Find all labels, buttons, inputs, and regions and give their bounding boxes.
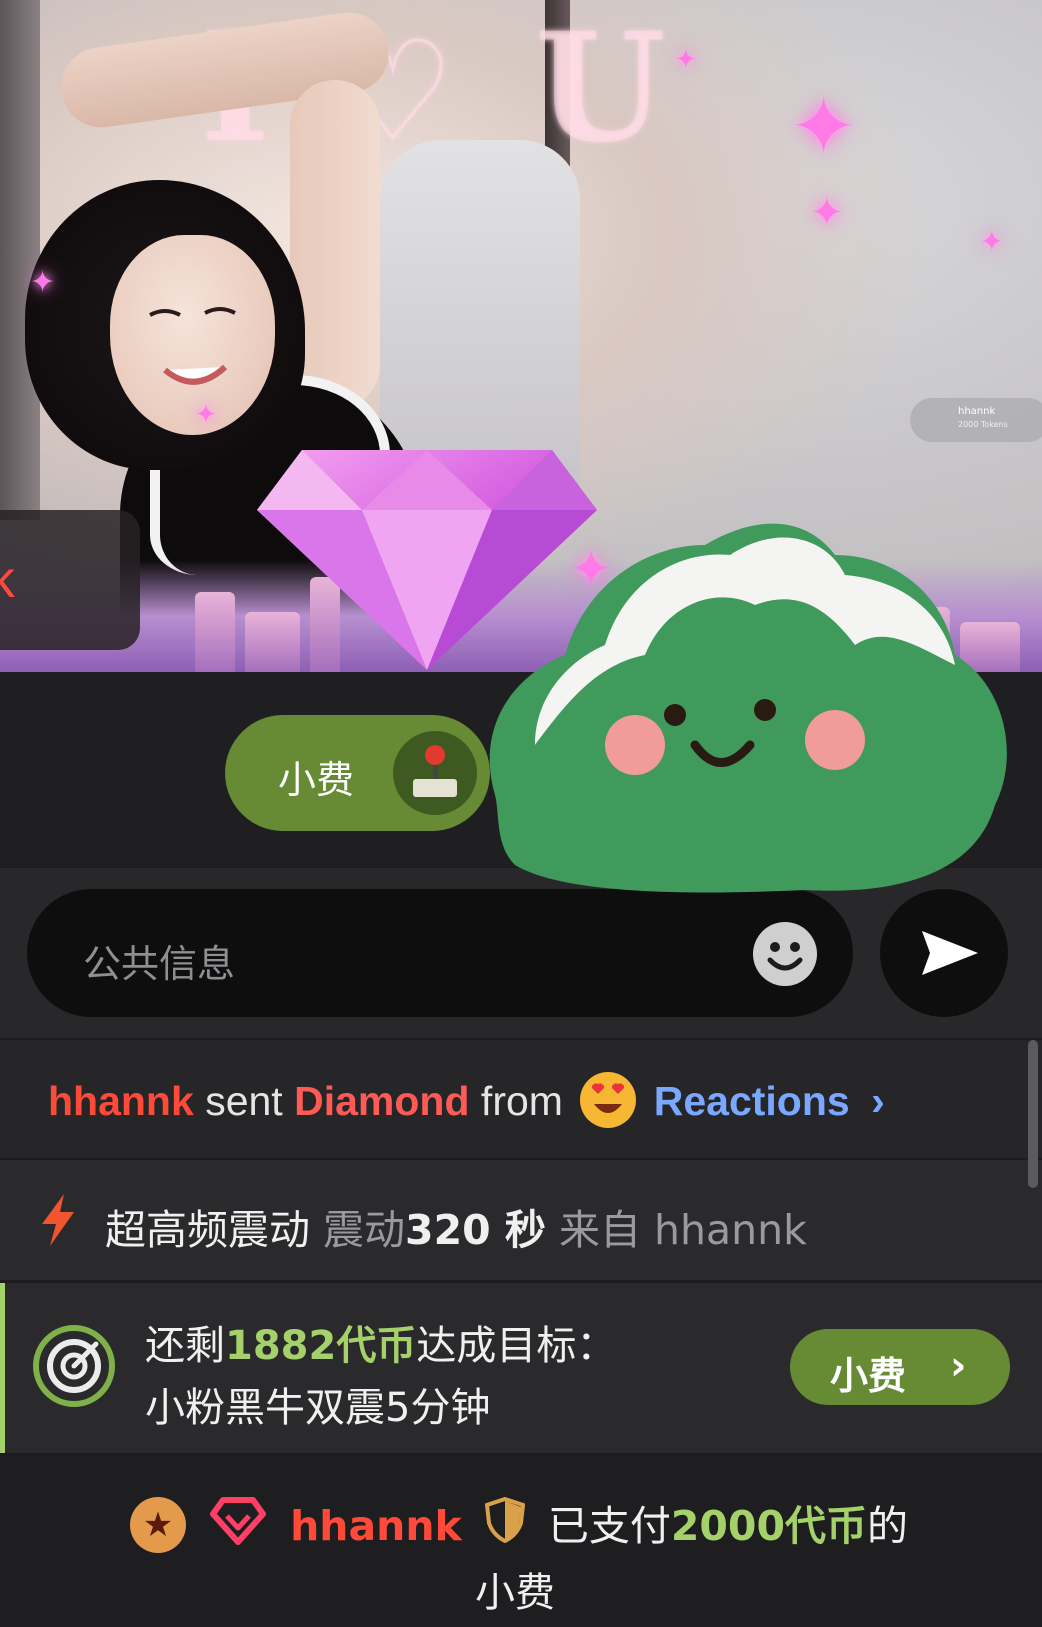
goal-row: 还剩1882代币达成目标： 小粉黑牛双震5分钟 小费 › — [0, 1283, 1042, 1453]
firework-letter-u: U — [535, 0, 666, 176]
vibe-username[interactable]: hhannk — [654, 1206, 807, 1254]
joystick-icon — [393, 731, 477, 815]
lightning-icon — [42, 1194, 74, 1246]
tip-kind: 小费 — [475, 1570, 555, 1616]
tip-button[interactable]: 小费 — [225, 715, 490, 831]
goal-prefix: 还剩 — [145, 1323, 225, 1369]
message-placeholder: 公共信息 — [83, 942, 236, 986]
gift-notification-row[interactable]: hhannk sent Diamond from Reactions › — [0, 1040, 1042, 1158]
chevron-right-icon: › — [950, 1343, 967, 1389]
viewer-chip: hhannk 2000 Tokens — [910, 398, 1042, 442]
vibe-duration: 320 秒 — [405, 1206, 546, 1254]
gift-sender-name: nk — [0, 551, 15, 609]
goal-tip-button[interactable]: 小费 › — [790, 1329, 1010, 1405]
gift-sender-username[interactable]: hhannk — [48, 1078, 194, 1124]
gift-from-text: from — [480, 1077, 563, 1124]
gift-sent-text: sent — [205, 1077, 283, 1124]
vibe-action: 震动 — [323, 1206, 406, 1254]
sparkle-icon: ✦ — [675, 45, 697, 75]
sparkle-icon: ✦ — [30, 265, 56, 300]
goal-tip-label: 小费 — [830, 1354, 907, 1398]
wall — [0, 0, 40, 520]
vibe-from-text: 来自 — [558, 1206, 641, 1254]
goal-remaining-amount: 1882代币 — [225, 1323, 417, 1369]
goal-description: 小粉黑牛双震5分钟 — [145, 1385, 491, 1431]
tip-paid-text: 已支付 — [547, 1502, 671, 1550]
heart-eyes-emoji-icon — [580, 1072, 637, 1128]
diamond-heart-badge-icon — [209, 1494, 267, 1556]
sparkle-icon: ✦ — [980, 225, 1004, 258]
tip-notification-row: ★ hhannk 已支付2000代币的 小费 — [0, 1456, 1042, 1627]
feed-scrollbar[interactable] — [1028, 1040, 1038, 1188]
tip-amount: 2000代币 — [670, 1502, 867, 1550]
gift-source-link[interactable]: Reactions — [654, 1078, 850, 1124]
mountain-mascot-sticker — [489, 523, 1007, 893]
goal-accent-bar — [0, 1283, 5, 1453]
emoji-icon[interactable] — [753, 922, 817, 986]
star-badge-icon: ★ — [130, 1497, 186, 1553]
sparkle-icon: ✦ — [790, 80, 858, 173]
tip-of-text: 的 — [867, 1502, 908, 1550]
viewer-chip-name: hhannk — [958, 406, 996, 417]
shield-icon — [484, 1496, 525, 1553]
viewer-chip-tokens: 2000 Tokens — [958, 420, 1008, 429]
tipper-username[interactable]: hhannk — [290, 1502, 462, 1550]
sparkle-icon: ✦ — [195, 400, 217, 430]
goal-suffix: 达成目标： — [416, 1323, 617, 1369]
streamer-face — [110, 235, 275, 435]
target-icon — [33, 1325, 115, 1407]
tip-button-label: 小费 — [278, 758, 355, 802]
gift-sender-overlay: nk — [0, 510, 140, 650]
vibe-title: 超高频震动 — [105, 1206, 310, 1254]
gift-name: Diamond — [294, 1077, 470, 1124]
sparkle-icon: ✦ — [810, 190, 844, 236]
chevron-right-icon: › — [871, 1077, 885, 1124]
vibration-notification-row: 超高频震动 震动320 秒 来自 hhannk — [0, 1160, 1042, 1280]
